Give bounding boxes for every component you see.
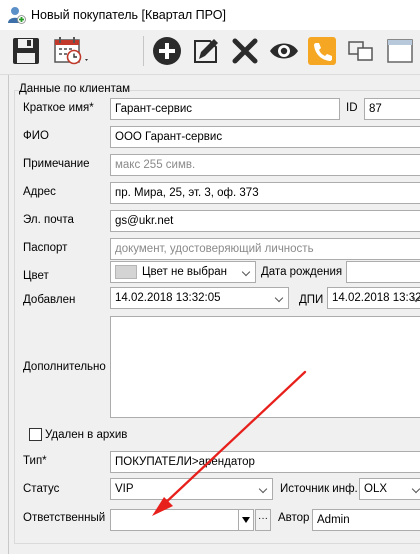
address-label: Адрес <box>23 186 56 198</box>
short-name-label: Краткое имя* <box>23 102 94 114</box>
ellipsis-button[interactable]: ··· <box>255 509 271 531</box>
email-field[interactable]: gs@ukr.net <box>110 210 420 232</box>
chevron-down-icon[interactable] <box>256 479 272 499</box>
chevron-down-icon[interactable] <box>409 288 420 308</box>
left-border <box>8 75 9 554</box>
window-icon[interactable] <box>384 35 416 67</box>
additional-textarea[interactable] <box>110 316 420 418</box>
window-title: Новый покупатель [Квартал ПРО] <box>31 8 226 22</box>
save-icon[interactable] <box>10 35 42 67</box>
view-icon[interactable] <box>268 35 300 67</box>
status-select[interactable]: VIP <box>110 478 273 500</box>
edit-icon[interactable] <box>190 35 222 67</box>
author-field[interactable]: Admin <box>312 509 420 531</box>
added-datetime-field[interactable]: 14.02.2018 13:32:05 <box>110 287 289 309</box>
toolbar <box>0 30 420 75</box>
responsible-field[interactable] <box>110 509 239 531</box>
toolbar-separator <box>143 36 144 66</box>
title-bar: Новый покупатель [Квартал ПРО] <box>0 0 420 30</box>
address-field[interactable]: пр. Мира, 25, эт. 3, оф. 373 <box>110 182 420 204</box>
responsible-label: Ответственный <box>23 512 106 524</box>
calendar-icon[interactable] <box>52 35 92 67</box>
dpi-datetime-value: 14.02.2018 13:32:05 <box>332 292 420 304</box>
color-label: Цвет <box>23 270 49 282</box>
passport-label: Паспорт <box>23 242 68 254</box>
id-field[interactable]: 87 <box>364 98 420 120</box>
full-name-label: ФИО <box>23 130 49 142</box>
chevron-down-icon[interactable] <box>272 288 288 308</box>
delete-icon[interactable] <box>229 35 261 67</box>
dpi-label: ДПИ <box>299 294 324 306</box>
additional-label: Дополнительно <box>23 361 106 373</box>
windows-icon[interactable] <box>345 35 377 67</box>
status-select-value: VIP <box>115 483 134 495</box>
source-select-value: OLX <box>364 483 388 495</box>
short-name-field[interactable]: Гарант-сервис <box>110 98 340 120</box>
caret-down-icon[interactable] <box>238 509 254 531</box>
author-label: Автор <box>278 512 310 524</box>
group-title: Данные по клиентам <box>19 83 131 95</box>
added-label: Добавлен <box>23 294 76 306</box>
note-field[interactable]: макс 255 симв. <box>110 154 420 176</box>
phone-icon[interactable] <box>306 35 338 67</box>
color-swatch <box>115 265 137 279</box>
birth-date-label: Дата рождения <box>261 266 343 278</box>
full-name-field[interactable]: ООО Гарант-сервис <box>110 126 420 148</box>
chevron-down-icon[interactable] <box>409 479 420 499</box>
user-icon <box>8 6 26 27</box>
type-label: Тип* <box>23 455 47 467</box>
passport-field[interactable]: документ, удостоверяющий личность <box>110 238 420 260</box>
added-datetime-value: 14.02.2018 13:32:05 <box>115 292 221 304</box>
add-icon[interactable] <box>151 35 183 67</box>
chevron-down-icon[interactable] <box>239 262 255 282</box>
dpi-datetime-field[interactable]: 14.02.2018 13:32:05 <box>327 287 420 309</box>
type-field[interactable]: ПОКУПАТЕЛИ>арендатор <box>110 451 420 473</box>
source-select[interactable]: OLX <box>359 478 420 500</box>
archived-checkbox[interactable] <box>29 428 42 441</box>
note-label: Примечание <box>23 158 90 170</box>
status-label: Статус <box>23 483 60 495</box>
archived-label: Удален в архив <box>45 429 128 441</box>
email-label: Эл. почта <box>23 214 74 226</box>
source-label: Источник инф. <box>280 483 358 495</box>
color-select[interactable]: Цвет не выбран <box>110 261 256 283</box>
birth-date-field[interactable] <box>346 261 420 283</box>
id-label: ID <box>346 102 358 114</box>
color-select-value: Цвет не выбран <box>142 266 228 278</box>
